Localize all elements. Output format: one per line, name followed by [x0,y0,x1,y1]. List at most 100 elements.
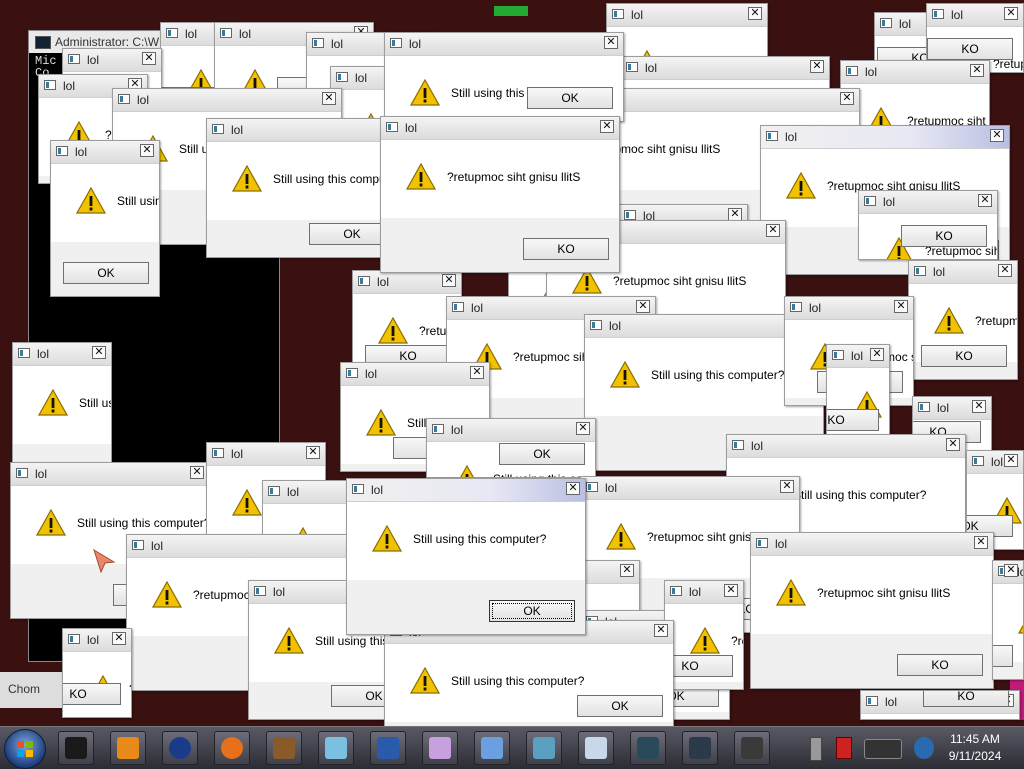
cube-icon[interactable] [526,731,562,765]
dialog-button[interactable]: OK [489,600,575,622]
dialog-title-bar[interactable]: lol✕ [967,451,1023,474]
dialog-title-bar[interactable]: lol✕ [909,261,1017,284]
dialog-button[interactable]: KO [523,238,609,260]
monitor-graph-icon[interactable] [630,731,666,765]
screen-icon[interactable] [682,731,718,765]
dialog-title-bar[interactable]: lol✕ [207,119,405,142]
terminal-icon[interactable] [58,731,94,765]
dialog-title-bar[interactable]: lol✕ [63,49,161,72]
close-icon[interactable]: ✕ [974,536,988,549]
close-icon[interactable]: ✕ [636,300,650,313]
close-icon[interactable]: ✕ [894,300,908,313]
dialog-title-bar[interactable]: lol✕ [859,191,997,214]
tray-red-icon[interactable] [836,737,852,759]
tray-projector-icon[interactable] [864,739,902,759]
close-icon[interactable]: ✕ [870,348,884,361]
message-dialog[interactable]: lol✕?retupmoc siht gnisu llitSKO [908,260,1018,380]
dialog-title-bar[interactable]: lol✕ [993,561,1023,584]
message-dialog[interactable]: lol✕Still using this computer?OK [384,620,674,730]
globe-icon[interactable] [162,731,198,765]
dialog-title-bar[interactable]: lol✕ [621,57,829,80]
dialog-title-bar[interactable]: lol✕ [13,343,111,366]
close-icon[interactable]: ✕ [470,366,484,379]
close-icon[interactable]: ✕ [810,60,824,73]
dialog-button[interactable]: KO [897,654,983,676]
dialog-title-bar[interactable]: lol✕ [607,4,767,27]
dialog-title-bar[interactable]: lol✕ [341,363,489,386]
media-player-icon[interactable] [110,731,146,765]
dialog-button[interactable]: KO [665,655,733,677]
clock[interactable]: 11:45 AM 9/11/2024 [934,731,1016,765]
close-icon[interactable]: ✕ [112,632,126,645]
dialog-title-bar[interactable]: lol✕ [63,629,131,652]
dialog-button[interactable]: OK [63,262,149,284]
message-dialog[interactable]: lol✕?retupmoc siht gnisu llitSKO [858,190,998,260]
dialog-title-bar[interactable]: lol✕ [581,477,799,500]
dialog-title-bar[interactable]: lol✕ [113,89,341,112]
dialog-button[interactable]: OK [527,87,613,109]
close-icon[interactable]: ✕ [654,624,668,637]
dialog-title-bar[interactable]: lol✕ [913,397,991,420]
display-icon[interactable] [734,731,770,765]
close-icon[interactable]: ✕ [566,482,580,495]
close-icon[interactable]: ✕ [946,438,960,451]
dialog-title-bar[interactable]: lol✕ [785,297,913,320]
dialog-button[interactable]: KO [901,225,987,247]
notepad-icon[interactable] [318,731,354,765]
message-dialog[interactable]: lol✕?retupmoc siht gnisu llitSKO [860,690,1020,720]
close-icon[interactable]: ✕ [780,480,794,493]
message-dialog[interactable]: lol✕Still using this computer?OK [206,118,406,258]
close-icon[interactable]: ✕ [322,92,336,105]
dialog-title-bar[interactable]: lol✕ [51,141,159,164]
dialog-title-bar[interactable]: lol✕ [11,463,209,486]
dialog-title-bar[interactable]: lol✕ [347,479,585,502]
close-icon[interactable]: ✕ [140,144,154,157]
close-icon[interactable]: ✕ [92,346,106,359]
message-dialog[interactable]: lol✕?retupmoc siht gnisu llitSKO [664,580,744,690]
message-dialog[interactable]: lol✕Still using this computer?OK [50,140,160,297]
close-icon[interactable]: ✕ [840,92,854,105]
dialog-button[interactable]: OK [499,443,585,465]
close-icon[interactable]: ✕ [970,64,984,77]
calculator-icon[interactable] [578,731,614,765]
paint-icon[interactable] [422,731,458,765]
close-icon[interactable]: ✕ [766,224,780,237]
dialog-title-bar[interactable]: lol✕ [665,581,743,604]
dialog-title-bar[interactable]: lol✕ [127,535,365,558]
wordpad-icon[interactable] [474,731,510,765]
close-icon[interactable]: ✕ [972,400,986,413]
dialog-title-bar[interactable]: lol✕ [827,345,889,368]
dialog-title-bar[interactable]: lol✕ [385,33,623,56]
close-icon[interactable]: ✕ [1004,454,1018,467]
firefox-icon[interactable] [214,731,250,765]
dialog-title-bar[interactable]: lol✕ [761,126,1009,149]
dialog-button[interactable]: KO [927,38,1013,60]
message-dialog[interactable]: lol✕Still using this computer?OK [426,418,596,478]
dialog-button[interactable]: KO [921,345,1007,367]
dialog-button[interactable]: KO [923,691,1009,707]
system-tray[interactable] [808,731,938,765]
dialog-title-bar[interactable]: lol✕ [727,435,965,458]
message-dialog[interactable]: lol✕?retupmoc siht gnisu llitSKO [380,116,620,273]
close-icon[interactable]: ✕ [306,446,320,459]
message-dialog[interactable]: lol✕?retupmoc siht gnisu llitSKO [826,344,890,444]
close-icon[interactable]: ✕ [576,422,590,435]
virtualbox-icon[interactable] [266,731,302,765]
message-dialog[interactable]: lol✕Still using this computer?OK [384,32,624,122]
close-icon[interactable]: ✕ [990,129,1004,142]
dialog-title-bar[interactable]: lol✕ [381,117,619,140]
dialog-button[interactable]: KO [993,645,1013,667]
start-orb-icon[interactable] [4,729,46,769]
message-dialog[interactable]: lol✕?retupmoc siht gnisu llitSKO [62,628,132,718]
dialog-button[interactable]: OK [577,695,663,717]
close-icon[interactable]: ✕ [142,52,156,65]
close-icon[interactable]: ✕ [724,584,738,597]
close-icon[interactable]: ✕ [604,36,618,49]
scroll-arrows-icon[interactable] [810,737,822,761]
close-icon[interactable]: ✕ [620,564,634,577]
close-icon[interactable]: ✕ [748,7,762,20]
dialog-button[interactable]: KO [827,409,879,431]
message-dialog[interactable]: lol✕?retupmoc siht gnisu llitSKO [750,532,994,689]
dialog-title-bar[interactable]: lol✕ [927,4,1023,27]
close-icon[interactable]: ✕ [190,466,204,479]
